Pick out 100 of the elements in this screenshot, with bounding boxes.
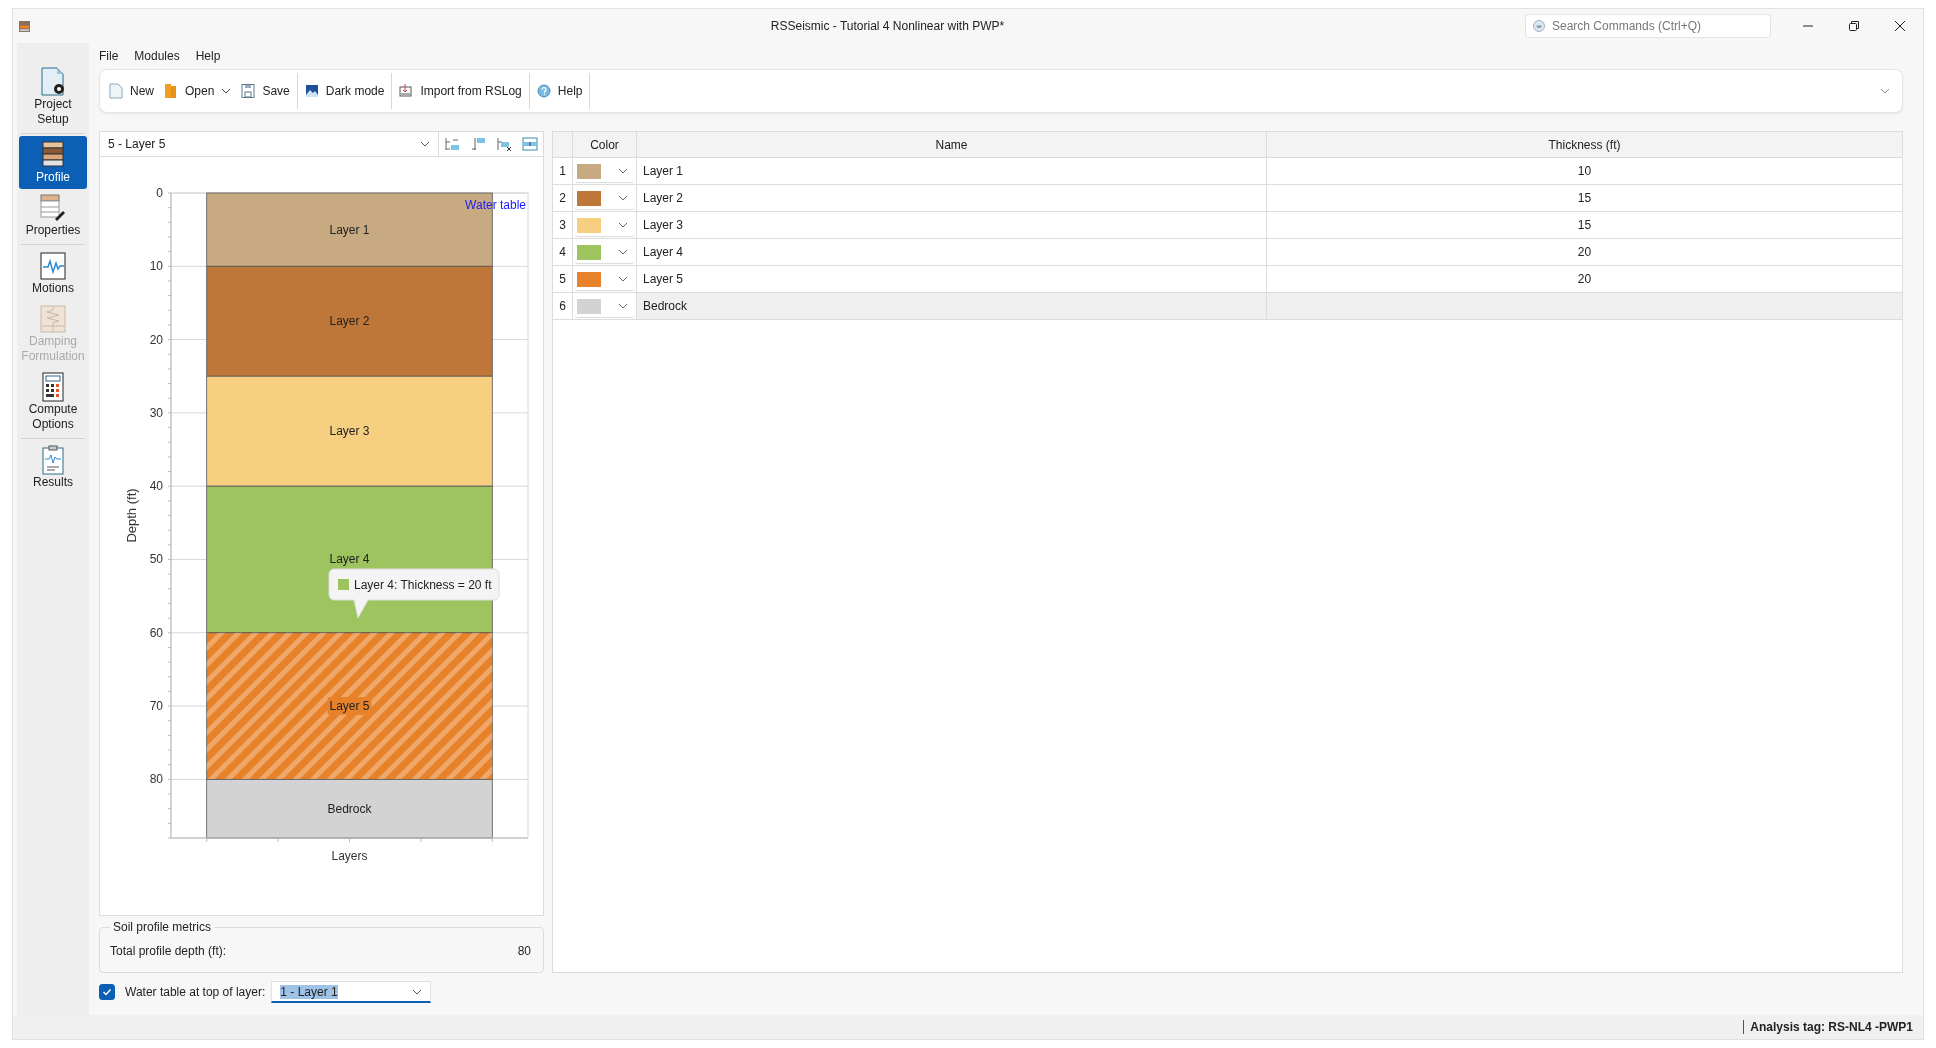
metric-value: 80 <box>517 944 531 958</box>
clipboard-chart-icon <box>39 445 67 475</box>
toolbar-button[interactable]: Help <box>531 76 588 106</box>
caret-icon <box>618 303 628 309</box>
split-layer-icon[interactable] <box>522 136 538 152</box>
minimize-icon <box>1803 25 1813 27</box>
bar-label: Layer 5 <box>327 697 372 716</box>
table-cell-text: 20 <box>1576 244 1593 261</box>
axis-tick-label: 0 <box>156 186 163 200</box>
analysis-tag: Analysis tag: RS-NL4 -PWP1 <box>1743 1020 1913 1034</box>
row-number: 3 <box>553 212 573 238</box>
column-header[interactable]: Name <box>637 132 1267 157</box>
color-picker[interactable] <box>575 268 634 290</box>
toolbar-button[interactable]: Open <box>159 76 237 106</box>
axis-tick-label: 50 <box>149 552 163 567</box>
table-cell-text: 10 <box>1576 163 1593 180</box>
document-gear-icon <box>39 67 67 97</box>
table-cell-text: 20 <box>1576 271 1593 288</box>
caret-icon <box>618 276 628 282</box>
column-header[interactable]: Color <box>573 132 637 157</box>
table-cell: Layer 3 <box>637 212 1267 238</box>
add-layer-icon[interactable] <box>470 136 486 152</box>
axis-tick-label: 20 <box>149 332 163 347</box>
menu-item[interactable]: Help <box>195 49 221 63</box>
sidebar-item[interactable]: Compute Options <box>19 368 87 436</box>
bar-label: Bedrock <box>327 801 372 816</box>
axis-title: Depth (ft) <box>124 488 139 543</box>
new-file-icon <box>109 83 123 99</box>
column-header[interactable]: Thickness (ft) <box>1267 132 1902 157</box>
caret-icon <box>618 195 628 201</box>
axis-tick-label: 60 <box>149 625 163 640</box>
sidebar-item[interactable]: Profile <box>19 136 87 189</box>
toolbar-button[interactable]: New <box>104 76 159 106</box>
layer-bar[interactable] <box>206 778 493 839</box>
table-cell: Layer 5 <box>637 266 1267 292</box>
axis-tick-label: 30 <box>149 405 163 420</box>
metric-label: Total profile depth (ft): <box>110 944 227 958</box>
axis-tick-label: 80 <box>149 772 163 787</box>
tooltip-text: Layer 4: Thickness = 20 ft <box>354 578 492 592</box>
axis-tick-label: 40 <box>149 479 163 494</box>
caret-icon <box>618 222 628 228</box>
group-title: Soil profile metrics <box>112 920 213 934</box>
color-picker[interactable] <box>575 241 634 263</box>
caret-icon <box>221 88 232 94</box>
color-picker[interactable] <box>575 187 634 209</box>
layer-bar[interactable] <box>206 375 493 487</box>
delete-layer-icon[interactable] <box>496 136 512 152</box>
toolbar-button[interactable]: Import from RSLog <box>394 76 527 106</box>
spring-icon <box>39 304 67 334</box>
row-number: 1 <box>553 158 573 184</box>
row-number: 6 <box>553 293 573 319</box>
bar-label: Layer 4 <box>329 552 370 567</box>
help-icon <box>536 83 551 99</box>
caret-icon <box>412 988 423 995</box>
insert-layer-icon[interactable] <box>444 136 460 152</box>
layer-bar[interactable] <box>206 632 493 780</box>
sidebar-item[interactable]: Motions <box>19 247 87 300</box>
close-icon <box>1895 21 1905 31</box>
sidebar-item[interactable]: Results <box>19 441 87 494</box>
caret-icon <box>618 249 628 255</box>
table-cell: Layer 1 <box>637 158 1267 184</box>
axis-tick-label: 10 <box>149 259 163 274</box>
save-icon <box>241 83 256 99</box>
toolbar-button[interactable]: Save <box>236 76 295 106</box>
search-field[interactable]: Search Commands (Ctrl+Q) <box>1525 14 1771 38</box>
sidebar-item[interactable]: Properties <box>19 189 87 242</box>
row-number: 5 <box>553 266 573 292</box>
search-icon <box>1533 20 1545 32</box>
category-label: Layers <box>331 849 368 863</box>
import-icon <box>399 83 414 99</box>
folder-icon <box>164 83 178 99</box>
bar-label: Layer 3 <box>329 424 370 439</box>
color-picker[interactable] <box>575 160 634 182</box>
menu-item[interactable]: Modules <box>134 49 180 63</box>
calculator-icon <box>39 372 67 402</box>
check-icon <box>102 987 112 997</box>
layers-icon <box>39 140 67 170</box>
sidebar-item[interactable]: Project Setup <box>19 63 87 131</box>
caret-icon <box>618 168 628 174</box>
table-cell: Layer 4 <box>637 239 1267 265</box>
menu-item[interactable]: File <box>99 49 119 63</box>
table-cell-text: 15 <box>1576 190 1593 207</box>
table-cell-text: 15 <box>1576 217 1593 234</box>
table-cell: Layer 2 <box>637 185 1267 211</box>
waveform-icon <box>39 251 67 281</box>
checkbox[interactable] <box>99 984 115 1000</box>
color-picker[interactable] <box>575 295 634 317</box>
layer-dropdown[interactable]: 1 - Layer 1 <box>271 981 432 1003</box>
bar-label: Layer 1 <box>329 222 370 237</box>
row-number: 2 <box>553 185 573 211</box>
color-picker[interactable] <box>575 214 634 236</box>
table-pencil-icon <box>39 193 67 223</box>
axis-tick-label: 70 <box>149 699 163 714</box>
expand-icon[interactable] <box>1880 88 1890 94</box>
bar-label: Layer 2 <box>329 314 370 329</box>
table-cell: Bedrock <box>637 293 1267 319</box>
toolbar-button[interactable]: Dark mode <box>299 76 390 106</box>
caret-icon <box>420 141 430 147</box>
row-number: 4 <box>553 239 573 265</box>
restore-icon <box>1849 21 1859 31</box>
